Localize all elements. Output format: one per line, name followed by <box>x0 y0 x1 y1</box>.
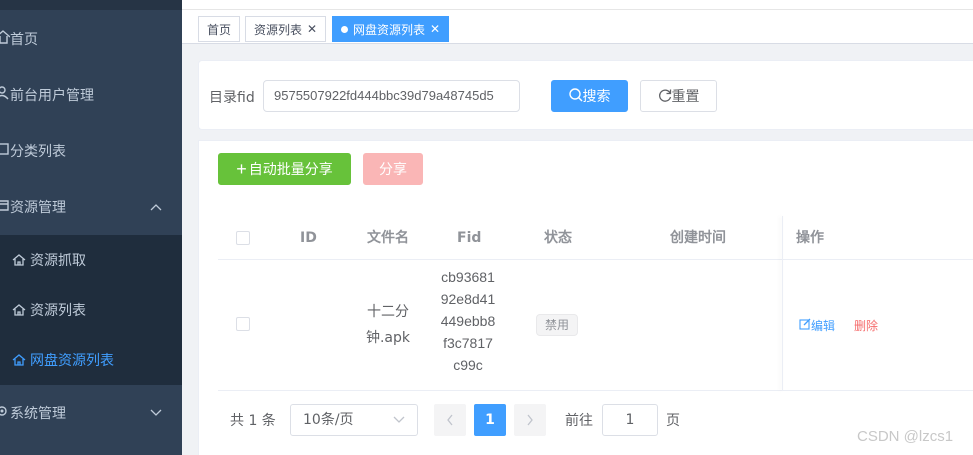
share-button[interactable]: 分享 <box>363 153 423 185</box>
page-size-value: 10条/页 <box>303 412 354 428</box>
column-header-actions: 操作 <box>796 230 824 246</box>
sidebar-item-label: 资源列表 <box>30 303 86 319</box>
sidebar-item-label: 前台用户管理 <box>10 88 94 104</box>
navbar-strip <box>182 0 973 10</box>
tab-home[interactable]: 首页 <box>198 16 241 42</box>
pagination-total: 共 1 条 <box>230 413 276 429</box>
home-icon <box>12 253 26 267</box>
resource-icon <box>0 198 10 216</box>
prev-page-button[interactable] <box>434 404 466 436</box>
row-checkbox[interactable] <box>236 317 250 331</box>
fid-cell: cb93681 92e8d41 449ebb8 f3c7817 c99c <box>432 266 504 376</box>
edit-label: 编辑 <box>811 319 836 333</box>
plus-icon: + <box>236 158 247 179</box>
filename-cell: 十二分 钟.apk <box>360 299 416 351</box>
sidebar-item-system-management[interactable]: 系统管理 <box>0 385 182 441</box>
chevron-down-icon <box>393 405 405 446</box>
column-header-created: 创建时间 <box>670 230 726 246</box>
active-dot-icon <box>341 25 348 33</box>
status-badge: 禁用 <box>536 314 579 336</box>
search-button-label: 搜索 <box>582 88 611 104</box>
filename-line: 钟.apk <box>365 330 411 346</box>
page-suffix-label: 页 <box>666 413 680 429</box>
search-icon <box>568 87 583 105</box>
next-page-button[interactable] <box>514 404 546 436</box>
goto-label: 前往 <box>565 413 593 429</box>
edit-button[interactable]: 编辑 <box>799 317 835 334</box>
sidebar-item-label: 资源抓取 <box>30 253 86 269</box>
sidebar-item-netdisk-resource-list[interactable]: 网盘资源列表 <box>0 335 182 385</box>
chevron-down-icon <box>150 406 162 420</box>
fid-line: 92e8d41 <box>440 291 496 307</box>
chevron-up-icon <box>150 200 162 214</box>
sidebar-item-frontend-users[interactable]: 前台用户管理 <box>0 67 182 123</box>
sidebar-item-label: 资源管理 <box>10 200 66 216</box>
fid-input[interactable]: 9575507922fd444bbc39d79a48745d5 <box>263 80 520 112</box>
goto-page-input[interactable]: 1 <box>602 404 658 436</box>
home-icon <box>12 353 26 367</box>
watermark: CSDN @lzcs1 <box>857 428 954 445</box>
fixed-column-divider <box>782 216 783 391</box>
share-label: 分享 <box>379 161 407 177</box>
column-header-filename: 文件名 <box>367 230 409 246</box>
delete-button[interactable]: 删除 <box>854 317 878 334</box>
tab-netdisk-resource-list[interactable]: 网盘资源列表 ✕ <box>332 16 450 42</box>
search-form: 目录fid 9575507922fd444bbc39d79a48745d5 搜索… <box>198 60 973 130</box>
sidebar-top-strip <box>0 0 182 10</box>
settings-icon <box>0 404 10 422</box>
header-divider <box>218 259 973 260</box>
fid-line: cb93681 <box>441 269 495 285</box>
column-header-fid: Fid <box>457 230 482 246</box>
filename-line: 十二分 <box>367 304 409 320</box>
home-icon <box>12 303 26 317</box>
sidebar: 首页 前台用户管理 分类列表 资源管理 资源抓取 资源列表 网盘资源列表 系统管… <box>0 0 182 455</box>
tab-label: 资源列表 <box>254 22 303 37</box>
home-icon <box>0 30 10 48</box>
column-header-id: ID <box>300 230 317 246</box>
search-button[interactable]: 搜索 <box>551 80 628 112</box>
chevron-left-icon <box>447 414 453 426</box>
chevron-right-icon <box>527 414 533 426</box>
sidebar-item-label: 首页 <box>10 32 38 48</box>
auto-batch-share-button[interactable]: + 自动批量分享 <box>218 153 351 185</box>
sidebar-item-label: 网盘资源列表 <box>30 353 114 369</box>
tab-label: 首页 <box>207 22 232 37</box>
tags-view: 首页 资源列表 ✕ 网盘资源列表 ✕ <box>182 0 973 44</box>
column-header-status: 状态 <box>544 230 572 246</box>
close-icon[interactable]: ✕ <box>430 22 440 36</box>
page-number-button[interactable]: 1 <box>474 404 506 436</box>
fid-line: c99c <box>453 357 483 373</box>
sidebar-item-label: 分类列表 <box>10 144 66 160</box>
sidebar-item-resource-list[interactable]: 资源列表 <box>0 285 182 335</box>
sidebar-item-home[interactable]: 首页 <box>0 11 182 67</box>
reset-button-label: 重置 <box>671 88 700 104</box>
row-divider <box>218 390 973 391</box>
select-all-checkbox[interactable] <box>236 231 250 245</box>
sidebar-item-resource-management[interactable]: 资源管理 <box>0 179 182 235</box>
fid-line: 449ebb8 <box>440 313 496 329</box>
user-icon <box>0 86 10 104</box>
sidebar-item-categories[interactable]: 分类列表 <box>0 123 182 179</box>
page-size-select[interactable]: 10条/页 <box>290 404 418 436</box>
edit-icon <box>799 318 811 333</box>
delete-label: 删除 <box>854 319 879 333</box>
close-icon[interactable]: ✕ <box>307 22 317 36</box>
sidebar-item-label: 系统管理 <box>10 406 66 422</box>
sidebar-item-resource-crawl[interactable]: 资源抓取 <box>0 235 182 285</box>
refresh-icon <box>658 88 672 105</box>
auto-share-label: 自动批量分享 <box>248 161 333 177</box>
tab-resource-list[interactable]: 资源列表 ✕ <box>245 16 327 42</box>
category-icon <box>0 142 10 160</box>
fid-label: 目录fid <box>209 90 255 106</box>
fid-line: f3c7817 <box>443 335 493 351</box>
tab-label: 网盘资源列表 <box>353 22 426 37</box>
reset-button[interactable]: 重置 <box>640 80 717 112</box>
